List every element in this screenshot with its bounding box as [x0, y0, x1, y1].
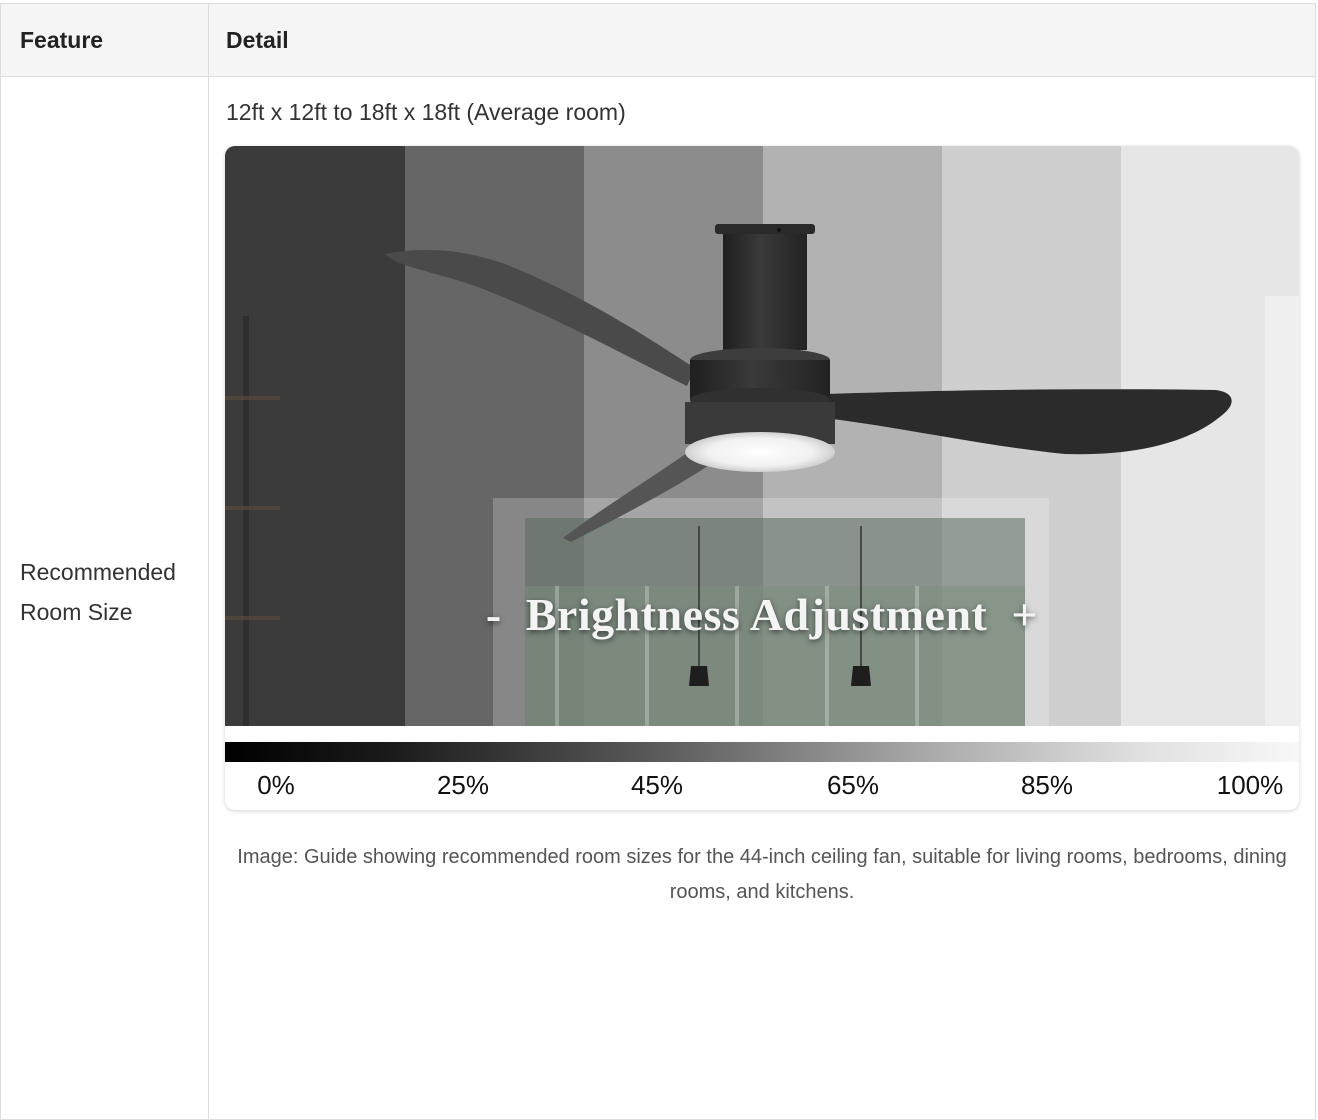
scale-label-100: 100%	[1216, 770, 1284, 800]
scale-label-0: 0%	[257, 770, 295, 800]
feature-cell: Recommended Room Size	[0, 76, 209, 1120]
detail-cell: 12ft x 12ft to 18ft x 18ft (Average room…	[208, 76, 1316, 1120]
image-caption: Image: Guide showing recommended room si…	[237, 846, 1287, 903]
header-detail: Detail	[208, 3, 1316, 77]
table-row: Recommended Room Size 12ft x 12ft to 18f…	[0, 76, 1316, 1120]
scale-label-65: 65%	[826, 770, 880, 800]
brightness-adjustment-label: - Brightness Adjustment +	[485, 589, 1039, 640]
table-header-row: Feature Detail	[0, 3, 1316, 77]
header-feature: Feature	[0, 3, 209, 77]
room-size-text: 12ft x 12ft to 18ft x 18ft (Average room…	[226, 99, 626, 125]
scale-label-85: 85%	[1020, 770, 1074, 800]
brightness-scale: 0% 25% 45% 65% 85% 100%	[225, 770, 1299, 802]
scale-label-25: 25%	[436, 770, 490, 800]
brightness-gradient-bar	[225, 742, 1299, 762]
brightness-figure: - Brightness Adjustment + 0% 25% 45% 65%…	[225, 146, 1299, 810]
scale-label-45: 45%	[630, 770, 684, 800]
spec-table: Feature Detail Recommended Room Size 12f…	[0, 3, 1316, 1120]
